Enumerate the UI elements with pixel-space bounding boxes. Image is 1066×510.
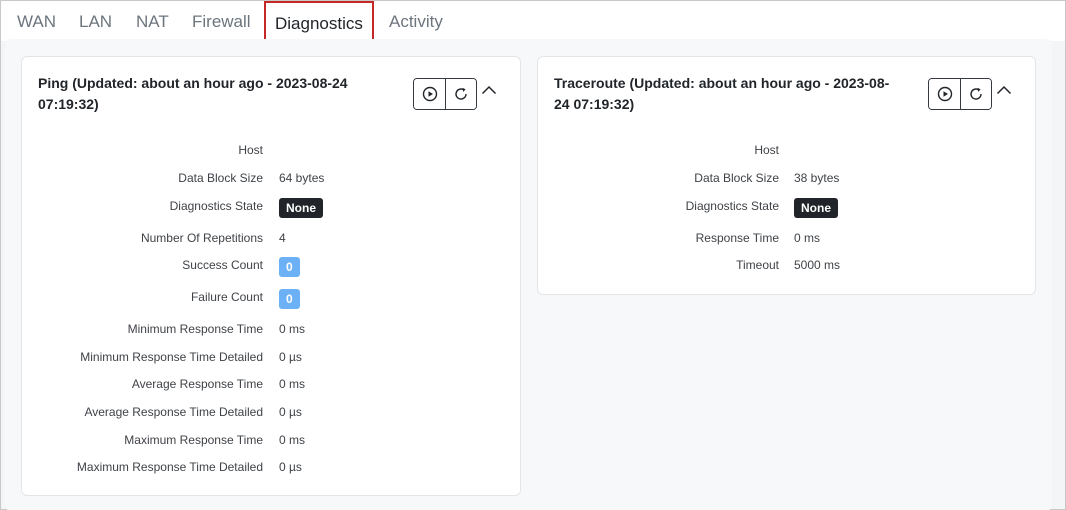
ping-run-button[interactable] [414,79,445,109]
ping-row-avg-response-time: Average Response Time 0 ms [22,373,520,395]
status-badge: None [279,198,323,218]
ping-action-buttons [413,78,477,110]
row-label: Diagnostics State [169,199,263,213]
ping-row-success-count: Success Count 0 [22,254,520,277]
row-label: Maximum Response Time Detailed [76,460,263,474]
ping-row-diagnostics-state: Diagnostics State None [22,195,520,218]
traceroute-row-response-time: Response Time 0 ms [538,227,1035,249]
row-label: Host [754,143,779,157]
row-value: None [279,198,323,218]
row-label: Failure Count [190,290,263,304]
row-label: Response Time [695,231,779,245]
ping-row-number-of-repetitions: Number Of Repetitions 4 [22,227,520,249]
refresh-icon [455,87,467,100]
traceroute-run-button[interactable] [929,79,960,109]
row-value: 0 ms [279,433,306,447]
row-label: Number Of Repetitions [140,231,263,245]
traceroute-title-line1: Traceroute (Updated: about an hour ago -… [554,75,890,91]
row-label: Data Block Size [178,171,263,185]
tab-nat[interactable]: NAT [136,11,169,33]
row-label: Data Block Size [694,171,779,185]
row-label: Maximum Response Time [124,433,263,447]
tab-diagnostics[interactable]: Diagnostics [264,1,374,42]
ping-title-line2: 07:19:32) [38,96,99,112]
row-value: 0 ms [794,231,821,245]
app-frame: WAN LAN NAT Firewall Diagnostics Activit… [0,0,1066,510]
traceroute-row-host: Host [538,139,1035,161]
row-label: Success Count [182,258,263,272]
traceroute-card-title: Traceroute (Updated: about an hour ago -… [554,73,889,115]
ping-row-failure-count: Failure Count 0 [22,286,520,309]
traceroute-action-buttons [928,78,992,110]
row-value: 0 ms [279,377,306,391]
traceroute-card: Traceroute (Updated: about an hour ago -… [537,56,1036,295]
row-value: 0 µs [279,405,302,419]
traceroute-collapse-button[interactable] [995,81,1013,99]
ping-title-line1: Ping (Updated: about an hour ago - 2023-… [38,75,348,91]
tab-firewall[interactable]: Firewall [192,11,251,33]
ping-row-min-response-time: Minimum Response Time 0 ms [22,318,520,340]
row-label: Average Response Time [131,377,263,391]
count-badge: 0 [279,289,300,309]
traceroute-row-data-block-size: Data Block Size 38 bytes [538,167,1035,189]
traceroute-row-diagnostics-state: Diagnostics State None [538,195,1035,218]
row-value: 0 µs [279,350,302,364]
row-value: 4 [279,231,286,245]
row-label: Host [238,143,263,157]
ping-row-data-block-size: Data Block Size 64 bytes [22,167,520,189]
row-value: 0 [279,289,300,309]
row-value: 38 bytes [794,171,840,185]
traceroute-row-timeout: Timeout 5000 ms [538,254,1035,276]
ping-row-host: Host [22,139,520,161]
tab-wan[interactable]: WAN [17,11,56,33]
row-value: 0 µs [279,460,302,474]
tab-activity[interactable]: Activity [389,11,443,33]
status-badge: None [794,198,838,218]
row-label: Timeout [736,258,779,272]
row-value: 64 bytes [279,171,325,185]
row-label: Minimum Response Time Detailed [80,350,263,364]
chevron-up-icon [481,85,497,95]
traceroute-title-line2: 24 07:19:32) [554,96,635,112]
ping-row-min-response-time-detailed: Minimum Response Time Detailed 0 µs [22,346,520,368]
tab-lan[interactable]: LAN [79,11,112,33]
row-label: Diagnostics State [685,199,779,213]
row-value: 5000 ms [794,258,841,272]
ping-row-avg-response-time-detailed: Average Response Time Detailed 0 µs [22,401,520,423]
play-circle-icon [422,86,437,102]
ping-refresh-button[interactable] [445,79,476,109]
count-badge: 0 [279,257,300,277]
diagnostics-panel: Ping (Updated: about an hour ago - 2023-… [5,39,1052,510]
row-label: Minimum Response Time [127,322,263,336]
row-value: 0 ms [279,322,306,336]
ping-collapse-button[interactable] [480,81,498,99]
tab-bar: WAN LAN NAT Firewall Diagnostics Activit… [1,1,1065,42]
refresh-icon [970,87,982,100]
ping-card-title: Ping (Updated: about an hour ago - 2023-… [38,73,348,115]
row-value: None [794,198,838,218]
ping-card: Ping (Updated: about an hour ago - 2023-… [21,56,521,496]
traceroute-refresh-button[interactable] [960,79,991,109]
row-label: Average Response Time Detailed [84,405,263,419]
ping-row-max-response-time-detailed: Maximum Response Time Detailed 0 µs [22,456,520,478]
ping-row-max-response-time: Maximum Response Time 0 ms [22,429,520,451]
chevron-up-icon [996,85,1012,95]
row-value: 0 [279,257,300,277]
play-circle-icon [937,86,952,102]
